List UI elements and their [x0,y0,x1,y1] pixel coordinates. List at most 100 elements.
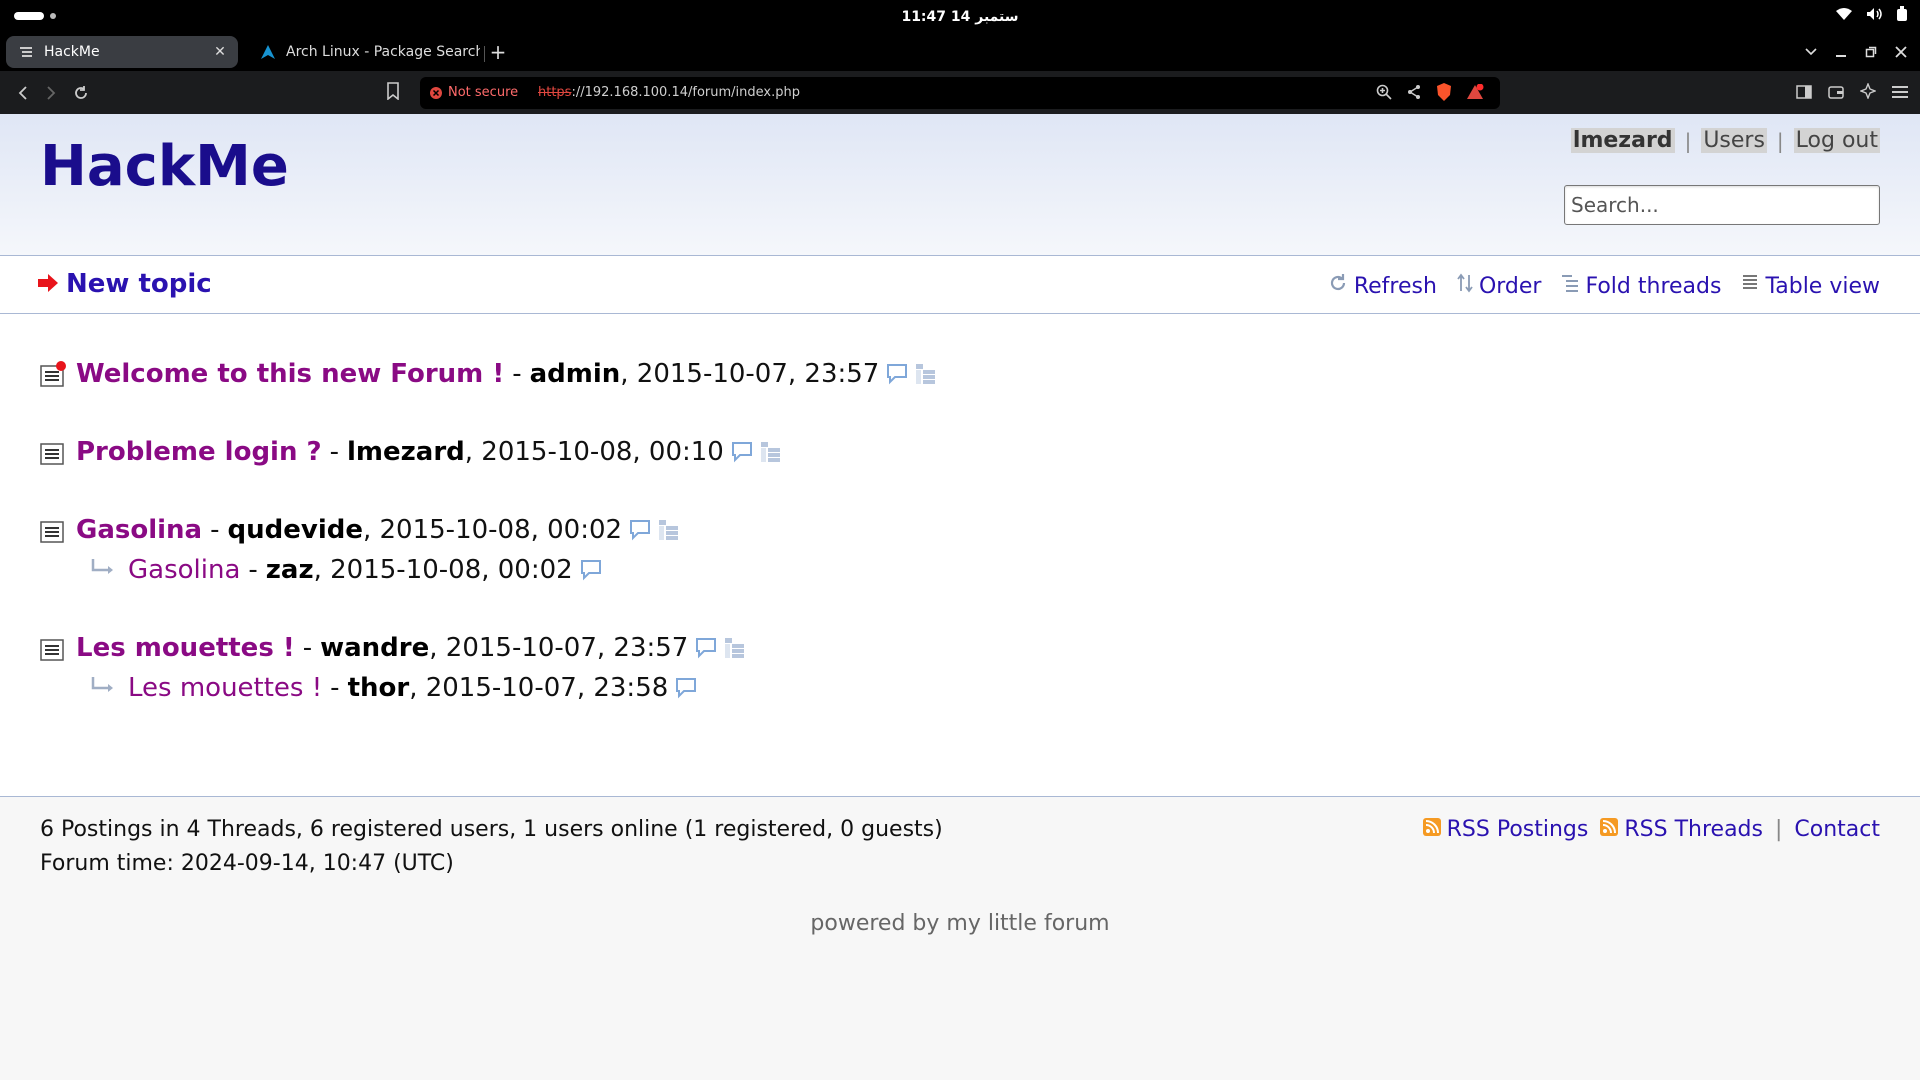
tab-list-chevron-icon[interactable] [1800,40,1822,64]
power-icon[interactable] [1896,6,1908,22]
thread-starter-posting: Probleme login ? - lmezard, 2015-10-08, … [40,432,1880,472]
table-view-icon [1741,273,1759,299]
close-window-icon[interactable] [1890,40,1912,64]
reply-title-link[interactable]: Gasolina [128,555,240,585]
thread-tree-view-icon[interactable] [915,363,937,385]
thread-title-link[interactable]: Gasolina [76,515,202,545]
clock[interactable]: 11:47 14 ستمبر [0,9,1920,25]
users-link[interactable]: Users [1701,128,1767,153]
browser-toolbar: Not secure https://192.168.100.14/forum/… [0,71,1920,114]
leo-ai-icon[interactable] [1859,82,1877,103]
close-tab-icon[interactable]: ✕ [210,44,230,60]
dash-separator: - [302,633,313,663]
reload-icon[interactable] [70,82,92,104]
posting-date: 2015-10-08, 00:02 [330,555,573,585]
thread: Welcome to this new Forum ! - admin, 201… [40,354,1880,394]
comma: , [313,555,331,585]
thread-icon [40,635,66,661]
thread-tree-view-icon[interactable] [658,519,680,541]
bookmark-icon[interactable] [386,82,400,104]
fold-threads-link[interactable]: Fold threads [1561,273,1721,299]
url-text[interactable]: https://192.168.100.14/forum/index.php [538,85,800,100]
forum-footer: 6 Postings in 4 Threads, 6 registered us… [0,796,1920,1080]
brave-shields-icon[interactable] [1436,83,1452,105]
search-input[interactable] [1564,185,1880,225]
back-icon[interactable] [12,82,34,104]
comma: , [362,515,380,545]
forward-icon[interactable] [40,82,62,104]
user-nav: lmezard | Users | Log out [1570,128,1880,153]
address-bar[interactable]: Not secure https://192.168.100.14/forum/… [420,77,1500,109]
tab-hackme[interactable]: HackMe ✕ [6,36,238,68]
rss-icon [1600,813,1619,847]
thread-title-link[interactable]: Welcome to this new Forum ! [76,359,504,389]
show-posting-speech-bubble-icon[interactable] [694,636,718,660]
dash-separator: - [248,555,258,585]
forum-favicon-icon [18,44,34,60]
refresh-link[interactable]: Refresh [1328,273,1437,299]
volume-icon[interactable] [1866,7,1882,21]
show-posting-speech-bubble-icon[interactable] [628,518,652,542]
comma: , [409,673,426,703]
maximize-icon[interactable] [1860,40,1882,64]
security-indicator[interactable]: Not secure [430,85,518,100]
nav-separator: | [1684,128,1692,153]
author-name[interactable]: qudevide [228,515,363,545]
show-posting-speech-bubble-icon[interactable] [730,440,754,464]
forum-time: Forum time: 2024-09-14, 10:47 (UTC) [40,851,454,876]
show-posting-speech-bubble-icon[interactable] [579,558,603,582]
comma: , [429,633,446,663]
wifi-icon[interactable] [1836,7,1852,21]
table-view-link[interactable]: Table view [1741,273,1880,299]
site-title[interactable]: HackMe [40,134,289,199]
brave-rewards-icon[interactable] [1466,83,1484,104]
show-posting-speech-bubble-icon[interactable] [674,676,698,700]
new-tab-button[interactable]: + [488,40,508,64]
tab-divider [484,46,485,62]
new-topic-link[interactable]: New topic [38,269,212,299]
arrow-right-icon [38,269,58,299]
contact-link[interactable]: Contact [1794,813,1880,847]
order-link[interactable]: Order [1457,273,1541,299]
thread-title-link[interactable]: Les mouettes ! [76,633,295,663]
posting-date: 2015-10-07, 23:57 [636,359,880,389]
reply-title-link[interactable]: Les mouettes ! [128,673,322,703]
nav-separator: | [1776,128,1784,153]
username-link[interactable]: lmezard [1570,128,1675,153]
new-topic-label: New topic [66,269,212,299]
author-name[interactable]: admin [530,359,621,389]
menu-icon[interactable] [1892,84,1908,103]
thread: Les mouettes ! - wandre, 2015-10-07, 23:… [40,628,1880,708]
refresh-icon [1328,273,1348,299]
zoom-icon[interactable] [1376,84,1392,104]
forum-header: HackMe lmezard | Users | Log out [0,114,1920,256]
comma: , [464,437,482,467]
rss-threads-link[interactable]: RSS Threads [1600,813,1763,847]
share-icon[interactable] [1406,84,1422,104]
show-posting-speech-bubble-icon[interactable] [885,362,909,386]
rss-icon [1422,813,1441,847]
logout-link[interactable]: Log out [1793,128,1880,153]
sidebar-icon[interactable] [1796,84,1812,103]
tab-arch-linux[interactable]: Arch Linux - Package Search [248,36,480,68]
footer-links: RSS Postings RSS Threads | Contact [1411,813,1880,847]
thread-tree-view-icon[interactable] [760,441,782,463]
author-name[interactable]: zaz [266,555,314,585]
author-name[interactable]: lmezard [347,437,465,467]
thread-icon [40,439,66,465]
author-name[interactable]: wandre [320,633,429,663]
powered-by-text[interactable]: powered by my little forum [0,911,1920,936]
author-name[interactable]: thor [348,673,410,703]
tab-title: HackMe [44,44,100,60]
minimize-icon[interactable] [1830,40,1852,64]
thread-title-link[interactable]: Probleme login ? [76,437,322,467]
thread-tree-view-icon[interactable] [724,637,746,659]
fold-threads-label: Fold threads [1585,273,1722,299]
dash-separator: - [512,359,522,389]
wallet-icon[interactable] [1828,84,1844,103]
url-scheme: https [538,85,572,100]
rss-postings-link[interactable]: RSS Postings [1422,813,1589,847]
warning-icon [430,86,442,99]
rss-postings-label: RSS Postings [1446,817,1589,842]
thread-icon [40,517,66,543]
